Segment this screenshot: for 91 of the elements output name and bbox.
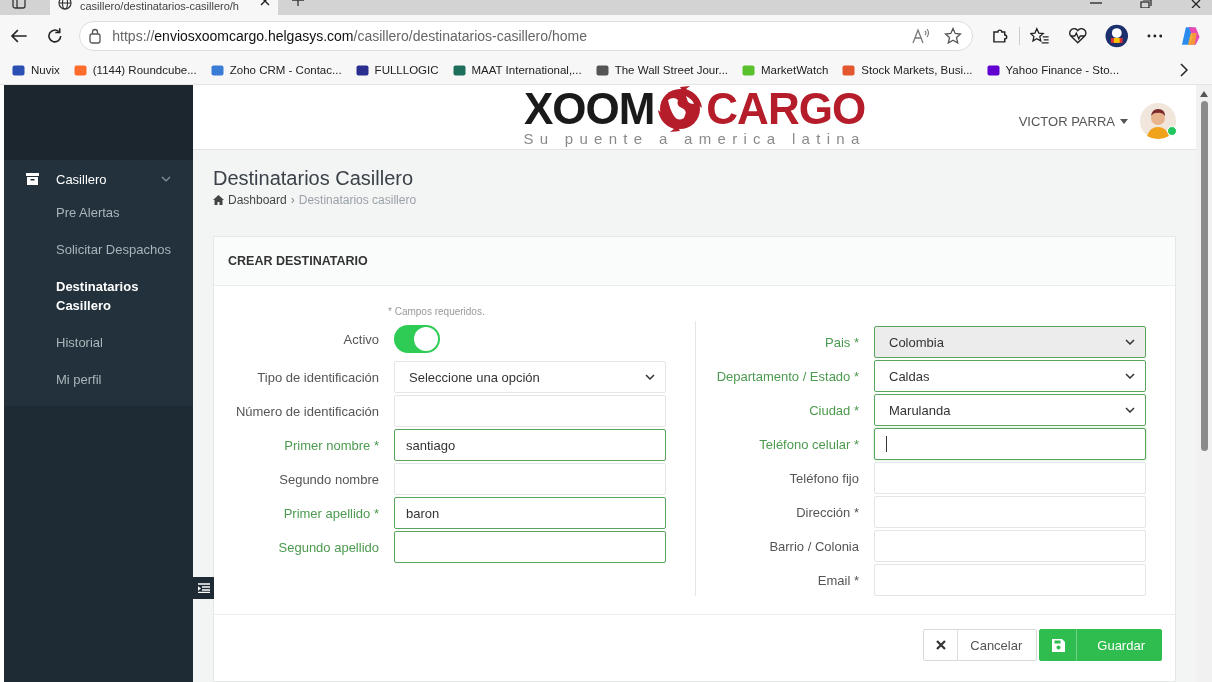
field-label: Segundo apellido [278,539,379,555]
chevron-down-icon [1125,339,1135,345]
puzzle-icon[interactable] [991,26,1010,45]
sidebar-item[interactable]: Mi perfil [4,361,193,398]
field-label: Segundo nombre [279,471,379,487]
tab-actions-icon[interactable] [12,0,26,9]
logo-text: CARGO [706,87,866,131]
select-field[interactable]: Caldas [874,360,1146,392]
read-aloud-icon[interactable] [912,27,931,44]
back-icon[interactable] [10,27,28,44]
avatar-icon[interactable] [1140,103,1176,139]
required-note: * Campos requeridos. [388,306,486,317]
bookmark-icon [452,63,466,77]
bookmark-icon [355,63,369,77]
archive-icon [26,173,39,185]
bookmark-link[interactable]: Zoho CRM - Contac... [210,63,342,77]
breadcrumb-current: Destinatarios casillero [298,193,417,207]
field-label: Activo [343,331,379,347]
sidebar-item[interactable]: Destinatarios Casillero [4,268,193,324]
minimize-icon[interactable] [1090,0,1102,6]
page-title: Destinatarios Casillero [213,166,415,190]
sidebar-item[interactable]: Casillero [4,164,193,194]
menu-icon [197,583,210,593]
bookmark-link[interactable]: Stock Markets, Busi... [842,63,973,77]
field-label: Barrio / Colonia [769,538,859,554]
close-icon[interactable] [1190,0,1202,8]
bookmark-icon [986,63,1000,77]
field-label: Número de identificación [235,403,379,419]
breadcrumb-link[interactable]: Dashboard [228,193,287,207]
scroll-up-icon[interactable] [1200,91,1208,97]
sidebar-item[interactable]: Pre Alertas [4,194,193,231]
sidebar-item[interactable]: Solicitar Despachos [4,231,193,268]
field-label: Email * [817,572,859,588]
logo-tagline: Su puente a america latina [523,131,866,147]
select-field[interactable]: Seleccione una opción [394,361,666,393]
field-label: Pais * [825,334,859,350]
home-icon [213,195,224,205]
sidebar-item[interactable]: Historial [4,324,193,361]
close-icon [936,640,947,650]
chevron-right-icon[interactable] [1180,63,1188,77]
caret-icon [1120,118,1128,124]
restore-icon[interactable] [1140,0,1152,8]
url-text: https://enviosxoomcargo.helgasys.com/casillero/destinatarios-casillero/home [112,27,587,44]
bookmark-link[interactable]: Nuvix [12,63,60,77]
bookmark-link[interactable]: (1144) Roundcube... [73,63,197,77]
logo-text: XOOM [523,87,655,131]
profile-icon[interactable] [1105,23,1129,48]
reload-icon[interactable] [45,26,64,45]
globe-icon [58,0,72,10]
bookmark-link[interactable]: The Wall Street Jour... [595,63,729,77]
lock-icon [88,27,103,44]
bookmark-link[interactable]: MarketWatch [742,63,829,77]
more-icon[interactable] [1146,33,1163,38]
copilot-icon[interactable] [1180,24,1202,47]
bookmark-icon [210,63,224,77]
sidebar-toggle-button[interactable] [193,577,214,599]
field-label: Tipo de identificación [257,369,379,385]
bookmark-link[interactable]: Yahoo Finance - Sto... [986,63,1120,77]
browser-tab[interactable]: casillero/destinatarios-casillero/h [50,0,278,15]
heart-pulse-icon[interactable] [1067,26,1088,45]
field-label: Departamento / Estado * [716,368,859,384]
chevron-down-icon [645,374,655,380]
address-bar[interactable]: https://enviosxoomcargo.helgasys.com/casillero/destinatarios-casillero/home [79,20,974,51]
bookmark-icon [12,63,25,77]
cancel-button[interactable]: Cancelar [923,629,1038,661]
input-field[interactable]: baron [394,497,666,529]
bookmark-icon [73,63,87,77]
card-title: CREAR DESTINATARIO [228,254,368,268]
field-label: Teléfono celular * [759,436,859,452]
scroll-thumb[interactable] [1200,101,1208,451]
favorites-icon[interactable] [1030,26,1050,45]
input-field[interactable]: santiago [394,429,666,461]
field-label: Ciudad * [809,402,859,418]
user-menu[interactable]: VICTOR PARRA [1018,113,1128,129]
bookmark-icon [595,63,609,77]
tab-title: casillero/destinatarios-casillero/h [80,0,240,13]
bookmark-link[interactable]: FULLLOGIC [355,63,439,77]
bookmark-icon [842,63,856,77]
bookmark-icon [742,63,756,77]
field-label: Primer nombre * [284,437,379,453]
input-field[interactable] [394,531,666,563]
field-label: Dirección * [796,504,859,520]
breadcrumb-separator: › [290,193,295,207]
chevron-down-icon [1125,407,1135,413]
bookmark-link[interactable]: MAAT International,... [452,63,582,77]
field-label: Primer apellido * [283,505,379,521]
select-field[interactable]: Marulanda [874,394,1146,426]
chevron-down-icon [1125,373,1135,379]
input-field[interactable] [874,428,1146,460]
field-label: Teléfono fijo [789,470,859,486]
star-icon[interactable] [944,26,963,45]
